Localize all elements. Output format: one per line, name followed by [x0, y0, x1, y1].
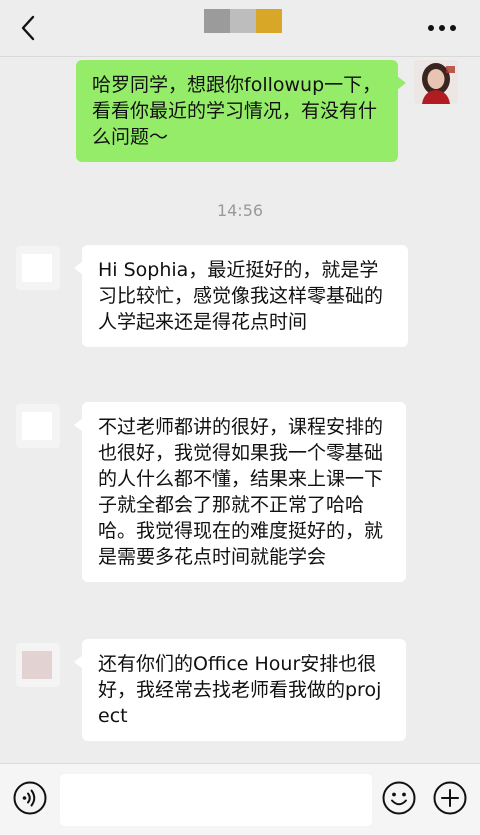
add-attachment-button[interactable] — [432, 780, 468, 816]
chat-header — [0, 0, 480, 57]
chat-message-list[interactable]: 哈罗同学，想跟你followup一下，看看你最近的学习情况，有没有什么问题～ 1… — [0, 57, 480, 763]
message-text: 哈罗同学，想跟你followup一下，看看你最近的学习情况，有没有什么问题～ — [92, 74, 382, 148]
incoming-message-bubble[interactable]: 不过老师都讲的很好，课程安排的也很好，我觉得如果我一个零基础的人什么都不懂，结果… — [74, 402, 406, 582]
message-text: Hi Sophia，最近挺好的，就是学习比较忙，感觉像我这样零基础的人学起来还是… — [98, 259, 384, 333]
title-block — [256, 9, 282, 33]
emoji-button[interactable] — [381, 780, 417, 816]
back-button[interactable] — [14, 12, 42, 44]
title-block — [204, 9, 230, 33]
voice-button[interactable] — [12, 780, 48, 816]
more-button[interactable] — [422, 14, 462, 42]
message-input-bar — [0, 763, 480, 835]
chevron-left-icon — [21, 15, 35, 41]
message-timestamp: 14:56 — [216, 201, 264, 220]
contact-avatar[interactable] — [16, 643, 60, 687]
incoming-message-bubble[interactable]: 还有你们的Office Hour安排也很好，我经常去找老师看我做的project — [74, 639, 406, 741]
incoming-message-bubble[interactable]: Hi Sophia，最近挺好的，就是学习比较忙，感觉像我这样零基础的人学起来还是… — [74, 245, 408, 347]
contact-avatar[interactable] — [16, 404, 60, 448]
plus-icon — [433, 781, 467, 815]
contact-avatar[interactable] — [16, 246, 60, 290]
avatar-placeholder — [22, 651, 52, 679]
title-block — [230, 9, 256, 33]
voice-icon — [13, 781, 47, 815]
avatar-placeholder — [22, 412, 52, 440]
message-text: 还有你们的Office Hour安排也很好，我经常去找老师看我做的project — [98, 653, 382, 727]
chat-title-redacted — [204, 9, 282, 33]
more-dots-icon — [428, 25, 456, 31]
my-avatar[interactable] — [414, 60, 458, 104]
avatar-placeholder — [22, 254, 52, 282]
profile-photo-icon — [414, 60, 458, 104]
emoji-icon — [382, 781, 416, 815]
message-text: 不过老师都讲的很好，课程安排的也很好，我觉得如果我一个零基础的人什么都不懂，结果… — [98, 416, 384, 568]
outgoing-message-bubble[interactable]: 哈罗同学，想跟你followup一下，看看你最近的学习情况，有没有什么问题～ — [76, 60, 406, 162]
message-input[interactable] — [60, 774, 372, 826]
